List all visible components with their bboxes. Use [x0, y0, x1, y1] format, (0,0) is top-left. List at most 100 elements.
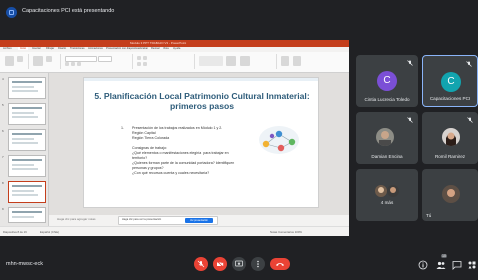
- participant-name: Romil Ramirez: [434, 154, 466, 159]
- more-options-button[interactable]: [251, 257, 265, 271]
- shapes-gallery[interactable]: [199, 56, 223, 66]
- microphone-button[interactable]: [194, 257, 208, 271]
- align-center-icon[interactable]: [143, 62, 147, 66]
- more-participants-tile[interactable]: 4 más: [356, 169, 418, 221]
- ribbon-tab[interactable]: Archivo: [3, 47, 12, 50]
- slide-number: 8: [2, 181, 4, 185]
- present-screen-icon: [235, 260, 243, 267]
- font-size-select[interactable]: [98, 56, 112, 62]
- bold-icon[interactable]: [65, 62, 69, 66]
- slide-number: 5: [2, 103, 4, 107]
- slide-number: 4: [2, 77, 4, 81]
- bullets-icon[interactable]: [137, 56, 141, 60]
- participant-name: Damian Encina: [371, 154, 403, 159]
- mic-off-icon: [467, 117, 473, 123]
- powerpoint-window-title: Modulo 3 PPT TRABAJO V3 - PowerPoint: [130, 41, 187, 45]
- ribbon-tab[interactable]: Dibujar: [46, 47, 54, 50]
- notification-text: Haga clic para ver la presentación: [122, 218, 162, 221]
- designer-icon[interactable]: [293, 56, 301, 66]
- slide-thumbnail[interactable]: [8, 77, 46, 99]
- ribbon-tab[interactable]: Animaciones: [88, 47, 103, 50]
- ribbon-tab[interactable]: Revisar: [151, 47, 160, 50]
- ribbon-tab[interactable]: Presentación con diapositivas: [106, 47, 140, 50]
- slide-thumbnail[interactable]: [8, 207, 46, 223]
- avatar-photo: [442, 128, 460, 146]
- participant-tile[interactable]: Romil Ramirez: [422, 112, 478, 164]
- people-network-illustration: [259, 126, 299, 154]
- slide-number: 9: [2, 207, 4, 211]
- activities-icon[interactable]: [467, 260, 477, 270]
- present-screen-button[interactable]: [232, 257, 246, 271]
- layout-icon[interactable]: [46, 56, 52, 62]
- top-bar: Capacitaciones PCI está presentando: [0, 0, 478, 26]
- dictate-icon[interactable]: [281, 56, 289, 66]
- font-select[interactable]: [65, 56, 97, 62]
- mic-off-icon: [197, 260, 205, 268]
- avatar-photo: [387, 185, 399, 197]
- slide-thumbnail[interactable]: [8, 129, 46, 151]
- self-name: Tú: [426, 213, 432, 218]
- ribbon-group-drawing: [196, 54, 277, 69]
- italic-icon[interactable]: [71, 62, 75, 66]
- view-presentation-button[interactable]: Ver presentación: [185, 218, 213, 223]
- ribbon-tab[interactable]: Grabar: [140, 47, 148, 50]
- ribbon-tab[interactable]: Diseño: [58, 47, 66, 50]
- underline-icon[interactable]: [77, 62, 81, 66]
- avatar: C: [377, 71, 397, 91]
- language-indicator: Español (Chile): [40, 230, 60, 234]
- people-icon[interactable]: [436, 260, 446, 270]
- ribbon-tab[interactable]: Vista: [163, 47, 169, 50]
- slide-thumbnail[interactable]: [8, 155, 46, 177]
- quick-styles-icon[interactable]: [240, 56, 250, 66]
- slide-thumbnail[interactable]: [8, 103, 46, 125]
- arrange-icon[interactable]: [226, 56, 236, 66]
- self-tile[interactable]: Tú: [422, 169, 478, 221]
- slide-counter: Diapositiva 8 de 16: [3, 230, 27, 234]
- ribbon-group-editing: [278, 54, 318, 69]
- ribbon-tab[interactable]: Insertar: [32, 47, 41, 50]
- slide-title: 5. Planificación Local Patrimonio Cultur…: [84, 91, 320, 111]
- ribbon-group-paragraph: [134, 54, 195, 69]
- ribbon-group-font: [62, 54, 133, 69]
- presenter-notification: Haga clic para ver la presentación Ver p…: [118, 216, 218, 225]
- info-icon[interactable]: [418, 260, 428, 270]
- end-call-icon: [276, 263, 284, 266]
- avatar-photo: [375, 185, 387, 197]
- camera-off-icon: [216, 260, 224, 268]
- slide-editor: 5. Planificación Local Patrimonio Cultur…: [49, 73, 349, 226]
- ribbon: [0, 52, 349, 73]
- slide-number: 7: [2, 155, 4, 159]
- participant-tile-speaking[interactable]: C Capacitaciones PCI: [422, 55, 478, 107]
- current-slide[interactable]: 5. Planificación Local Patrimonio Cultur…: [83, 77, 319, 208]
- self-avatar-photo: [442, 185, 460, 203]
- numbering-icon[interactable]: [143, 56, 147, 60]
- cut-icon[interactable]: [17, 56, 23, 62]
- ribbon-tab-active[interactable]: Inicio: [18, 47, 29, 50]
- participant-tile[interactable]: C Cintia Lucrecia Toledo: [356, 55, 418, 107]
- new-slide-icon[interactable]: [33, 56, 43, 66]
- align-left-icon[interactable]: [137, 62, 141, 66]
- powerpoint-title-bar: Modulo 3 PPT TRABAJO V3 - PowerPoint: [0, 40, 349, 47]
- mic-off-icon: [407, 60, 413, 66]
- slide-thumbnail-selected[interactable]: [8, 181, 46, 203]
- slide-title-line1: 5. Planificación Local Patrimonio Cultur…: [94, 91, 310, 101]
- ribbon-group-clipboard: [2, 54, 29, 69]
- participant-tile[interactable]: Damian Encina: [356, 112, 418, 164]
- more-vert-icon: [257, 260, 259, 268]
- participant-name: Cintia Lucrecia Toledo: [364, 97, 410, 102]
- notes-placeholder: Haga clic para agregar notas: [57, 217, 96, 221]
- meeting-code: mhn-mwsc-eck: [6, 261, 43, 267]
- participant-count-badge: 10: [441, 254, 447, 258]
- camera-button[interactable]: [213, 257, 227, 271]
- ribbon-tab[interactable]: Ayuda: [173, 47, 180, 50]
- slide-body-line: ¿Con qué recursos cuenta y cuales necesi…: [121, 171, 210, 175]
- presentation-icon: [6, 7, 17, 18]
- avatar-photo: [376, 128, 394, 146]
- view-controls[interactable]: Notas Comentarios 100%: [270, 230, 302, 234]
- ribbon-tab[interactable]: Transiciones: [70, 47, 85, 50]
- paste-icon[interactable]: [5, 56, 14, 66]
- leave-call-button[interactable]: [270, 258, 290, 270]
- chat-icon[interactable]: [452, 260, 462, 270]
- presenting-banner: Capacitaciones PCI está presentando: [22, 8, 115, 14]
- mic-off-icon: [466, 61, 472, 67]
